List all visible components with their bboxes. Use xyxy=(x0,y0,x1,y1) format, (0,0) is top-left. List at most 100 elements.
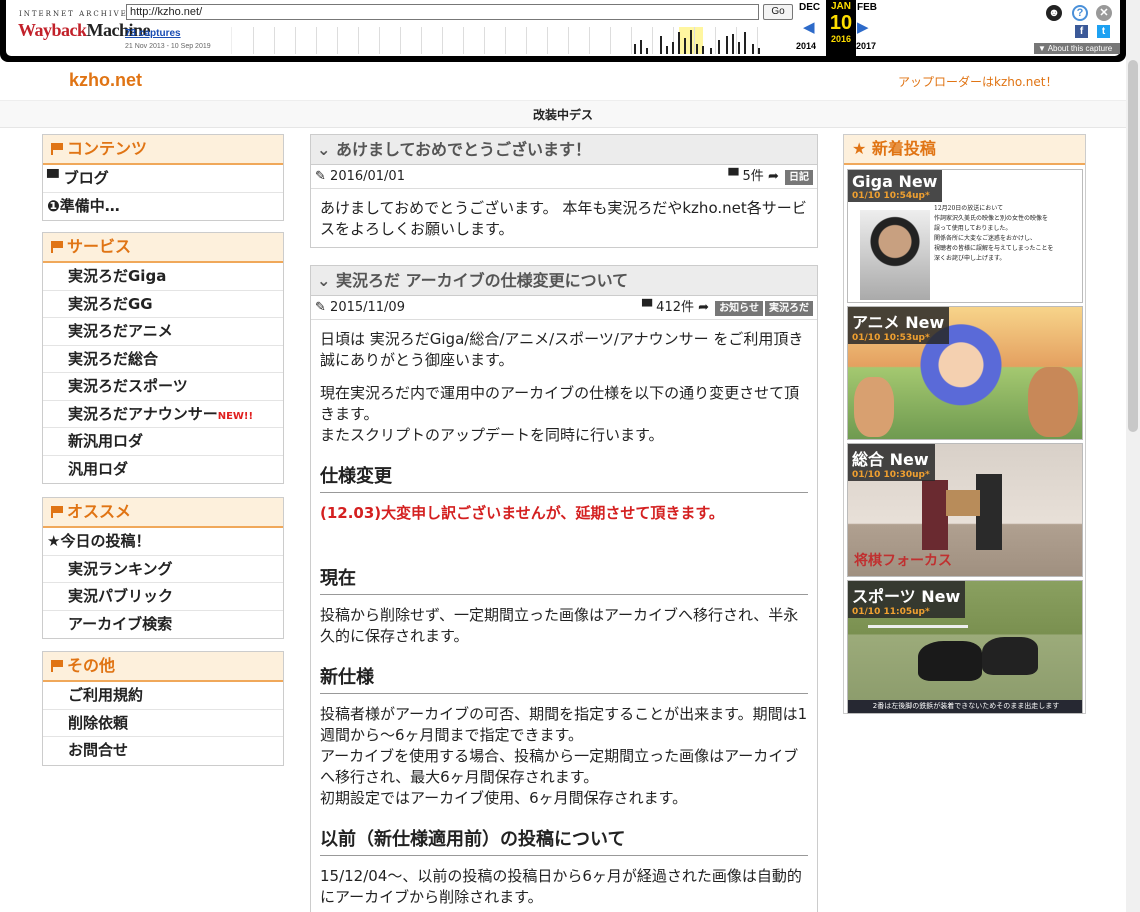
comment-count[interactable]: 412件 xyxy=(656,300,694,315)
sidebar-item-anime[interactable]: 実況ろだアニメ xyxy=(43,318,283,346)
wayback-captures-link[interactable]: 73 captures xyxy=(125,28,181,39)
sparkline-capture-bar xyxy=(684,38,686,54)
wayback-current-date: JAN 10 2016 xyxy=(826,0,856,56)
sidebar-item-announcer[interactable]: 実況ろだアナウンサーNEW!! xyxy=(43,401,283,428)
wayback-prev-year[interactable]: 2014 xyxy=(796,41,816,51)
sparkline-year-tick xyxy=(526,27,527,54)
flag-icon xyxy=(51,660,63,672)
wayback-prev-arrow-icon[interactable]: ◀ xyxy=(803,18,815,36)
new-posts-header: ★ 新着投稿 xyxy=(844,135,1085,165)
wayback-next-arrow-icon[interactable]: ▶ xyxy=(857,18,869,36)
new-post-label: Giga New 01/10 10:54up* xyxy=(848,170,943,202)
sidebar-item-general[interactable]: 汎用ロダ xyxy=(43,456,283,484)
wayback-prev-month[interactable]: DEC xyxy=(799,2,820,13)
news-anchor-image xyxy=(860,210,930,300)
uploader-link[interactable]: アップローダーはkzho.net！ xyxy=(898,73,1058,90)
share-icon[interactable]: ➦ xyxy=(768,169,779,184)
share-icon[interactable]: ➦ xyxy=(698,300,709,315)
new-post-time: 01/10 11:05up* xyxy=(852,607,930,617)
twitter-icon[interactable]: t xyxy=(1097,25,1110,38)
sparkline-year-tick xyxy=(463,27,464,54)
apology-line: 12月20日の放送において xyxy=(934,205,1004,212)
sparkline-year-tick xyxy=(421,27,422,54)
sparkline-year-tick xyxy=(295,27,296,54)
sidebar-item-gg[interactable]: 実況ろだGG xyxy=(43,291,283,318)
tag-diary[interactable]: 日記 xyxy=(785,170,813,185)
sidebar-contents: コンテンツ ▀ ブログ ❶準備中… xyxy=(42,134,284,221)
wayback-toolbar-inner: INTERNET ARCHIVE WaybackMachine http://k… xyxy=(6,0,1120,56)
sidebar-item-terms[interactable]: ご利用規約 xyxy=(43,682,283,710)
sparkline-capture-bar xyxy=(718,40,720,54)
sparkline-capture-bar xyxy=(660,36,662,54)
sidebar-item-delete-request[interactable]: 削除依頼 xyxy=(43,710,283,737)
scrollbar-thumb[interactable] xyxy=(1128,60,1138,432)
tag-notice[interactable]: お知らせ xyxy=(715,301,763,316)
post-title-text: 実況ろだ アーカイブの仕様変更について xyxy=(335,271,629,290)
comment-icon: ▀ xyxy=(642,300,653,315)
sparkline-capture-bar xyxy=(640,40,642,54)
sidebar-item-sports[interactable]: 実況ろだスポーツ xyxy=(43,373,283,401)
post-title-text: あけましておめでとうございます！ xyxy=(335,140,592,159)
sidebar-item-new-general[interactable]: 新汎用ロダ xyxy=(43,428,283,456)
wayback-capture-range: 21 Nov 2013 - 10 Sep 2019 xyxy=(125,43,211,50)
sparkline-capture-bar xyxy=(744,32,746,54)
close-icon[interactable]: ✕ xyxy=(1096,5,1112,21)
new-post-anime[interactable]: アニメ New 01/10 10:53up* xyxy=(847,306,1083,440)
sparkline-year-tick xyxy=(589,27,590,54)
sidebar-item-sougou[interactable]: 実況ろだ総合 xyxy=(43,346,283,373)
new-post-sports[interactable]: 2番は左後脚の鉄鋲が装着できないためそのまま出走します スポーツ New 01/1… xyxy=(847,580,1083,714)
user-icon[interactable]: ☻ xyxy=(1046,5,1062,21)
section-heading-before: 以前（新仕様適用前）の投稿について xyxy=(320,821,808,856)
post-line: またスクリプトのアップデートを同時に行います。 xyxy=(320,426,664,444)
new-post-giga[interactable]: 12月20日の放送において 作詞家沢久美氏の映像と別の女性の映像を 誤って使用し… xyxy=(847,169,1083,303)
post-meta: ✎ 2016/01/01 ▀ 5件 ➦ 日記 xyxy=(311,165,817,189)
sparkline-capture-bar xyxy=(726,36,728,54)
new-posts-title: 新着投稿 xyxy=(871,139,936,158)
new-posts-panel: ★ 新着投稿 12月20日の放送において 作詞家沢久美氏の映像と別の女性の映像を… xyxy=(843,134,1086,714)
sparkline-year-tick xyxy=(400,27,401,54)
sidebar-item-preparing[interactable]: ❶準備中… xyxy=(43,193,283,221)
facebook-icon[interactable]: f xyxy=(1075,25,1088,38)
comment-count[interactable]: 5件 xyxy=(743,169,764,184)
sidebar-other-title: その他 xyxy=(67,656,116,675)
sidebar-service-title: サービス xyxy=(67,237,132,256)
sidebar-item-archive-search[interactable]: アーカイブ検索 xyxy=(43,611,283,639)
sparkline-capture-bar xyxy=(690,30,692,54)
help-icon[interactable]: ? xyxy=(1072,5,1088,21)
sidebar-recommend: オススメ ★今日の投稿！ 実況ランキング 実況パブリック アーカイブ検索 xyxy=(42,497,284,639)
post-date: 2016/01/01 xyxy=(330,169,405,184)
sparkline-year-tick xyxy=(442,27,443,54)
sparkline-capture-bar xyxy=(732,34,734,54)
new-post-time: 01/10 10:30up* xyxy=(852,470,930,480)
wayback-go-button[interactable]: Go xyxy=(763,4,793,20)
sidebar-item-today[interactable]: ★今日の投稿！ xyxy=(43,528,283,556)
sidebar-item-contact[interactable]: お問合せ xyxy=(43,737,283,765)
sidebar-contents-header: コンテンツ xyxy=(43,135,283,165)
sparkline-year-tick xyxy=(274,27,275,54)
page-scrollbar[interactable] xyxy=(1126,0,1140,912)
sidebar-item-ranking[interactable]: 実況ランキング xyxy=(43,556,283,583)
sidebar-service: サービス 実況ろだGiga 実況ろだGG 実況ろだアニメ 実況ろだ総合 実況ろだ… xyxy=(42,232,284,484)
sidebar-contents-title: コンテンツ xyxy=(67,139,148,158)
wayback-next-month[interactable]: FEB xyxy=(857,2,877,13)
site-logo[interactable]: kzho.net xyxy=(69,70,142,91)
sparkline-year-tick xyxy=(568,27,569,54)
wayback-sparkline[interactable] xyxy=(231,27,765,54)
sparkline-year-tick xyxy=(316,27,317,54)
sidebar-item-public[interactable]: 実況パブリック xyxy=(43,583,283,611)
wayback-next-year[interactable]: 2017 xyxy=(856,41,876,51)
post-title[interactable]: ⌄ あけましておめでとうございます！ xyxy=(311,135,817,165)
wayback-logo-caption: INTERNET ARCHIVE xyxy=(19,10,128,18)
wayback-url-input[interactable]: http://kzho.net/ xyxy=(126,4,759,20)
sidebar-item-blog[interactable]: ▀ ブログ xyxy=(43,165,283,193)
flag-icon xyxy=(51,143,63,155)
sidebar-item-giga[interactable]: 実況ろだGiga xyxy=(43,263,283,291)
sparkline-capture-bar xyxy=(678,32,680,54)
new-post-sougou[interactable]: 将棋フォーカス 総合 New 01/10 10:30up* xyxy=(847,443,1083,577)
tag-jikkyo[interactable]: 実況ろだ xyxy=(765,301,813,316)
new-post-label: アニメ New 01/10 10:53up* xyxy=(848,307,950,344)
sparkline-capture-bar xyxy=(702,46,704,54)
post-paragraph: 15/12/04～、以前の投稿の投稿日から6ヶ月が経過された画像は自動的にアーカ… xyxy=(320,867,802,906)
post-title[interactable]: ⌄ 実況ろだ アーカイブの仕様変更について xyxy=(311,266,817,296)
about-capture-button[interactable]: ▼ About this capture xyxy=(1034,43,1120,54)
